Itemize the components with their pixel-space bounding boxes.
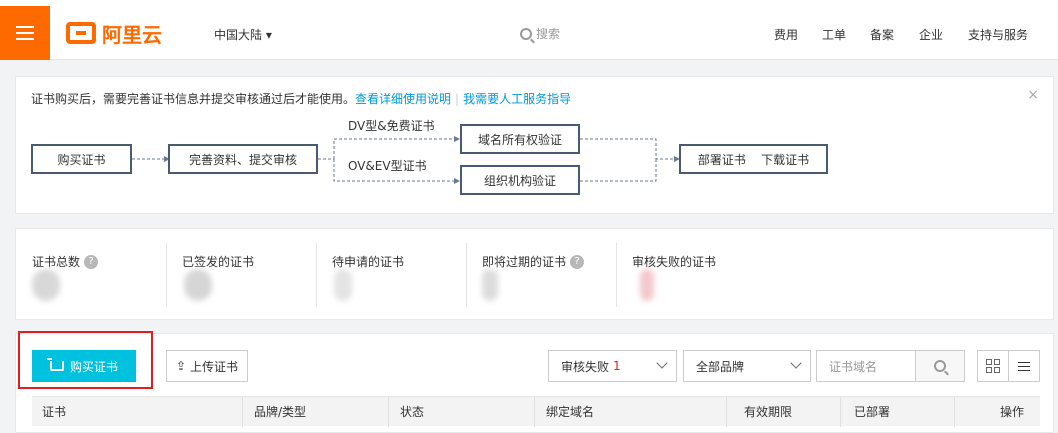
aliyun-logo[interactable]: 阿里云: [66, 20, 162, 47]
divider: [616, 243, 617, 307]
upload-icon: ⇪: [175, 359, 187, 373]
certificate-list-panel: 购买证书 ⇪ 上传证书 审核失败 1 全部品牌 证书域名 证书 品牌/类型 状态 …: [15, 331, 1054, 433]
upload-certificate-button[interactable]: ⇪ 上传证书: [166, 350, 248, 382]
brand-filter-select[interactable]: 全部品牌: [683, 350, 811, 382]
status-filter-select[interactable]: 审核失败 1: [548, 350, 677, 382]
list-view-icon[interactable]: [1008, 350, 1040, 382]
column-deployed: 已部署: [854, 405, 891, 419]
stat-value-blurred: [184, 269, 212, 301]
stat-expiring[interactable]: 即将过期的证书?: [482, 229, 616, 321]
flow-step-domain-verify: 域名所有权验证: [460, 124, 580, 154]
nav-tickets[interactable]: 工单: [822, 26, 846, 43]
search-icon: [934, 360, 946, 372]
stat-value-blurred: [482, 269, 498, 301]
flow-step-buy: 购买证书: [31, 144, 132, 174]
cart-icon: [46, 358, 64, 371]
region-selector[interactable]: 中国大陆 ▾: [214, 26, 272, 43]
menu-icon[interactable]: [0, 6, 50, 60]
help-icon[interactable]: ?: [570, 254, 585, 269]
top-header: 阿里云 中国大陆 ▾ 搜索 费用 工单 备案 企业 支持与服务: [0, 6, 1058, 60]
flow-step-org-verify: 组织机构验证: [460, 165, 580, 195]
stat-value-blurred: [334, 269, 352, 301]
stat-issued[interactable]: 已签发的证书: [182, 229, 316, 321]
buy-certificate-button[interactable]: 购买证书: [32, 350, 136, 382]
flow-step-deploy: 部署证书 下载证书: [679, 144, 828, 174]
chevron-down-icon: [790, 357, 802, 369]
aliyun-logo-icon: [66, 22, 96, 44]
divider: [466, 243, 467, 307]
table-header: 证书 品牌/类型 状态 绑定域名 有效期限 已部署 操作: [32, 396, 1040, 427]
global-search[interactable]: 搜索: [520, 25, 560, 42]
stat-pending[interactable]: 待申请的证书: [332, 229, 466, 321]
grid-view-icon[interactable]: [977, 350, 1009, 382]
stat-value-blurred: [32, 269, 60, 301]
help-icon[interactable]: ?: [84, 254, 99, 269]
column-certificate: 证书: [42, 405, 67, 419]
divider: [166, 243, 167, 307]
nav-support[interactable]: 支持与服务: [968, 26, 1028, 43]
column-status: 状态: [400, 405, 425, 419]
stats-panel: 证书总数? 已签发的证书 待申请的证书 即将过期的证书? 审核失败的证书: [15, 228, 1054, 320]
stat-value-blurred: [640, 269, 654, 301]
stat-total[interactable]: 证书总数?: [32, 229, 166, 321]
search-icon: [520, 27, 532, 40]
domain-search-input[interactable]: 证书域名: [816, 350, 916, 382]
flow-step-complete: 完善资料、提交审核: [168, 144, 318, 174]
chevron-down-icon: [656, 357, 668, 369]
nav-billing[interactable]: 费用: [774, 26, 798, 43]
column-validity: 有效期限: [744, 405, 793, 419]
column-bound-domain: 绑定域名: [546, 405, 595, 419]
notice-panel: 证书购买后，需要完善证书信息并提交审核通过后才能使用。查看详细使用说明 | 我需要人…: [15, 76, 1054, 214]
nav-enterprise[interactable]: 企业: [919, 26, 943, 43]
divider: [316, 243, 317, 307]
flow-label-dv: DV型&免费证书: [348, 119, 435, 133]
column-brand-type: 品牌/类型: [254, 405, 307, 419]
flow-label-ovev: OV&EV型证书: [348, 159, 427, 173]
nav-icp[interactable]: 备案: [870, 26, 894, 43]
domain-search-button[interactable]: [915, 350, 965, 382]
column-actions: 操作: [1000, 405, 1025, 419]
stat-failed[interactable]: 审核失败的证书: [632, 229, 766, 321]
